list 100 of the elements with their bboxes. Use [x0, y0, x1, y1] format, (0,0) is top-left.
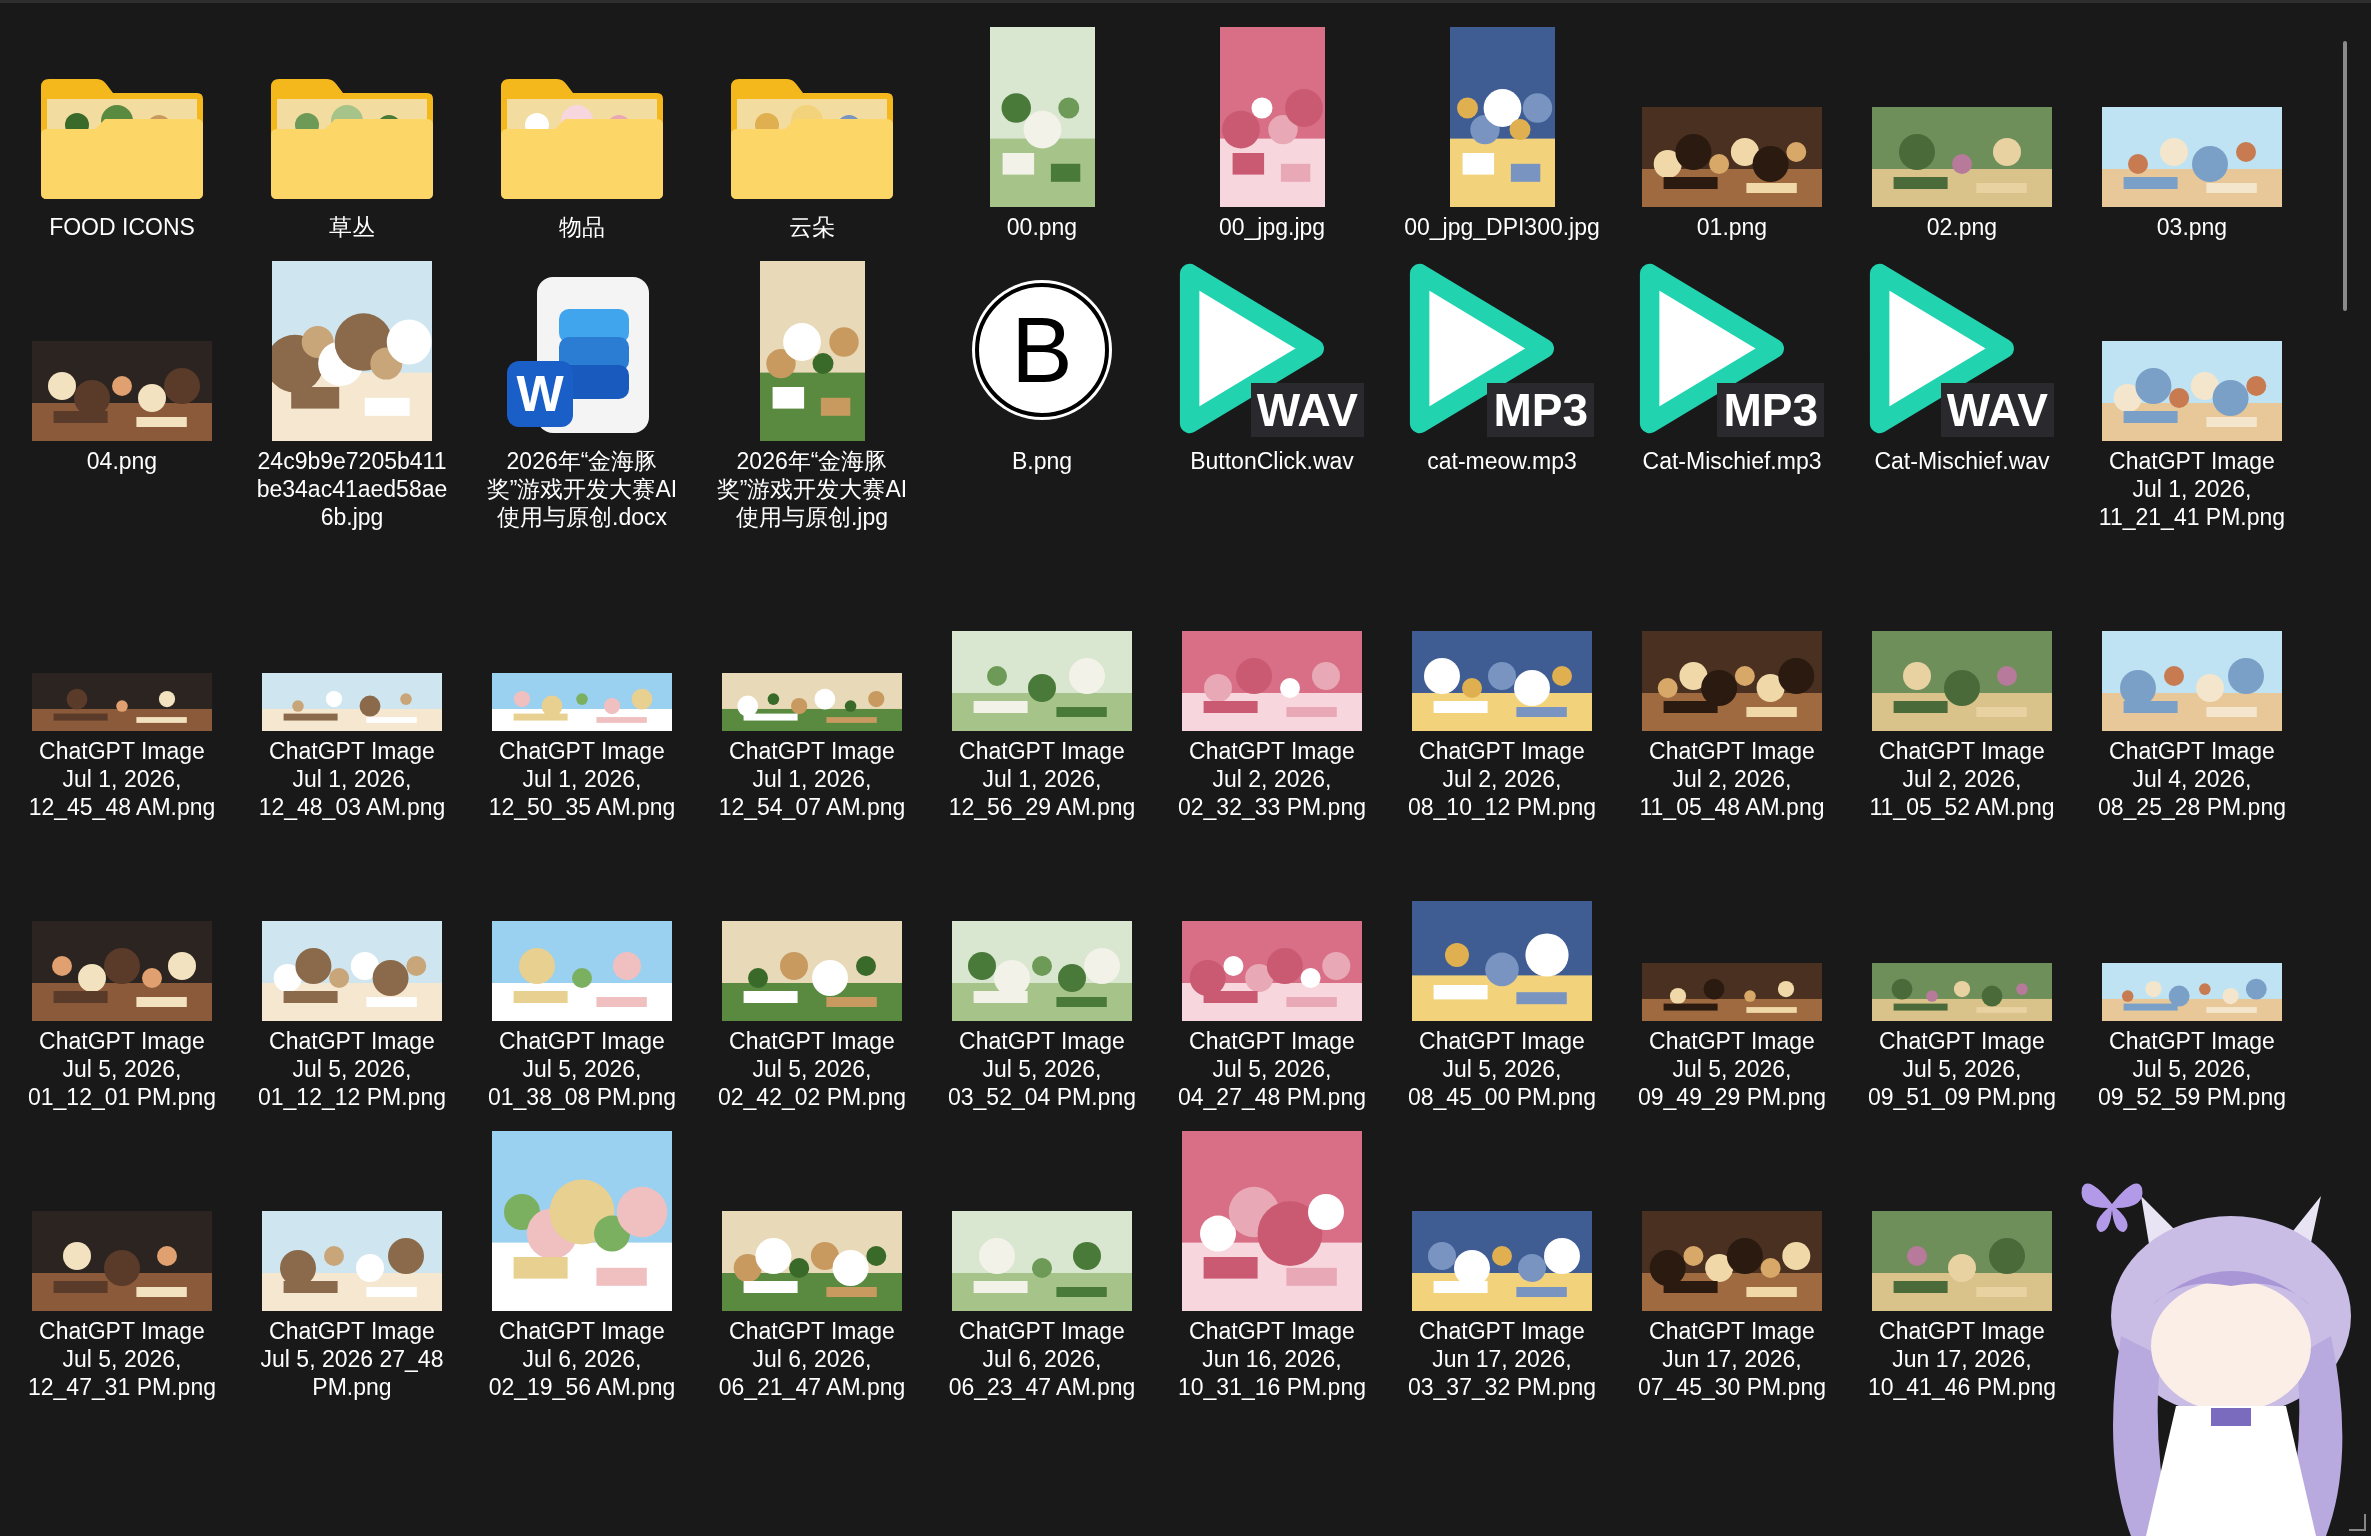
file-item[interactable]: ChatGPT Image Jul 5, 2026, 09_51_09 PM.png: [1847, 835, 2077, 1111]
file-name: 02.png: [1925, 213, 1999, 241]
file-name: ChatGPT Image Jul 2, 2026, 08_10_12 PM.png: [1407, 737, 1597, 821]
file-item[interactable]: ChatGPT Image Jul 2, 2026, 08_10_12 PM.png: [1387, 545, 1617, 821]
scrollbar-thumb[interactable]: [2343, 41, 2347, 311]
file-name: ChatGPT Image Jul 4, 2026, 08_25_28 PM.png: [2097, 737, 2287, 821]
file-name: 云朵: [788, 213, 836, 241]
file-name: 草丛: [328, 213, 376, 241]
file-item[interactable]: 云朵: [697, 21, 927, 241]
file-name: Cat-Mischief.mp3: [1641, 447, 1823, 475]
app-letter-badge: W: [507, 361, 573, 427]
file-item[interactable]: 00_jpg.jpg: [1157, 21, 1387, 241]
file-name: 04.png: [85, 447, 159, 475]
file-name: ChatGPT Image Jul 5, 2026, 01_12_01 PM.png: [27, 1027, 217, 1111]
file-item[interactable]: ChatGPT Image Jul 5, 2026, 01_38_08 PM.png: [467, 835, 697, 1111]
file-item[interactable]: MP3 Cat-Mischief.mp3: [1617, 255, 1847, 531]
file-item[interactable]: 00_jpg_DPI300.jpg: [1387, 21, 1617, 241]
file-item[interactable]: ChatGPT Image Jul 5, 2026, 09_52_59 PM.png: [2077, 835, 2307, 1111]
file-item[interactable]: ChatGPT Image Jul 5, 2026, 12_47_31 PM.png: [7, 1125, 237, 1401]
file-item[interactable]: MP3 cat-meow.mp3: [1387, 255, 1617, 531]
file-name: ChatGPT Image Jun 16, 2026, 10_31_16 PM.png: [1177, 1317, 1367, 1401]
file-item[interactable]: ChatGPT Image Jul 2, 2026, 11_05_48 AM.png: [1617, 545, 1847, 821]
file-name: ChatGPT Image Jul 5, 2026, 04_27_48 PM.png: [1177, 1027, 1367, 1111]
file-name: ChatGPT Image Jul 5, 2026, 02_42_02 PM.png: [717, 1027, 907, 1111]
file-name: 00_jpg.jpg: [1217, 213, 1327, 241]
file-name: 2026年“金海豚奖”游戏开发大赛AI使用与原创.docx: [485, 447, 679, 531]
file-type-tag: WAV: [1250, 383, 1364, 437]
file-name: 01.png: [1695, 213, 1769, 241]
file-item[interactable]: ChatGPT Image Jul 5, 2026 27_48 PM.png: [237, 1125, 467, 1401]
file-name: ChatGPT Image Jul 5, 2026 27_48 PM.png: [259, 1317, 445, 1401]
file-item[interactable]: 2026年“金海豚奖”游戏开发大赛AI使用与原创.jpg: [697, 255, 927, 531]
file-name: 24c9b9e7205b411be34ac41aed58ae6b.jpg: [255, 447, 449, 531]
file-item[interactable]: ChatGPT Image Jul 1, 2026, 12_50_35 AM.png: [467, 545, 697, 821]
file-item[interactable]: ChatGPT Image Jul 6, 2026, 02_19_56 AM.png: [467, 1125, 697, 1401]
file-item[interactable]: WAV ButtonClick.wav: [1157, 255, 1387, 531]
file-item[interactable]: FOOD ICONS: [7, 21, 237, 241]
file-name: ButtonClick.wav: [1189, 447, 1355, 475]
file-name: ChatGPT Image Jun 17, 2026, 07_45_30 PM.png: [1637, 1317, 1827, 1401]
file-name: ChatGPT Image Jun 17, 2026, 10_41_46 PM.png: [1867, 1317, 2057, 1401]
file-item[interactable]: 02.png: [1847, 21, 2077, 241]
file-item[interactable]: ChatGPT Image Jul 5, 2026, 03_52_04 PM.png: [927, 835, 1157, 1111]
file-item[interactable]: ChatGPT Image Jul 1, 2026, 12_54_07 AM.png: [697, 545, 927, 821]
file-item[interactable]: ChatGPT Image Jul 2, 2026, 02_32_33 PM.png: [1157, 545, 1387, 821]
file-item[interactable]: W 2026年“金海豚奖”游戏开发大赛AI使用与原创.docx: [467, 255, 697, 531]
file-name: ChatGPT Image Jul 5, 2026, 09_51_09 PM.png: [1867, 1027, 2057, 1111]
file-item[interactable]: 24c9b9e7205b411be34ac41aed58ae6b.jpg: [237, 255, 467, 531]
file-name: ChatGPT Image Jul 2, 2026, 11_05_52 AM.png: [1868, 737, 2056, 821]
file-item[interactable]: ChatGPT Image Jun 17, 2026, 10_41_46 PM.png: [1847, 1125, 2077, 1401]
file-name: ChatGPT Image Jul 1, 2026, 12_45_48 AM.png: [27, 737, 217, 821]
file-item[interactable]: ChatGPT Image Jul 5, 2026, 08_45_00 PM.png: [1387, 835, 1617, 1111]
file-name: Cat-Mischief.wav: [1873, 447, 2051, 475]
file-name: ChatGPT Image Jul 5, 2026, 12_47_31 PM.png: [27, 1317, 217, 1401]
file-name: 2026年“金海豚奖”游戏开发大赛AI使用与原创.jpg: [715, 447, 909, 531]
file-item[interactable]: ChatGPT Image Jun 16, 2026, 10_31_16 PM.png: [1157, 1125, 1387, 1401]
file-item[interactable]: 01.png: [1617, 21, 1847, 241]
file-item[interactable]: 物品: [467, 21, 697, 241]
file-name: ChatGPT Image Jul 5, 2026, 09_52_59 PM.png: [2097, 1027, 2287, 1111]
file-item[interactable]: 草丛: [237, 21, 467, 241]
file-name: ChatGPT Image Jul 1, 2026, 12_50_35 AM.png: [487, 737, 677, 821]
file-name: ChatGPT Image Jul 1, 2026, 12_56_29 AM.png: [947, 737, 1137, 821]
file-item[interactable]: ChatGPT Image Jul 5, 2026, 01_12_01 PM.png: [7, 835, 237, 1111]
file-item[interactable]: ChatGPT Image Jul 5, 2026, 09_49_29 PM.png: [1617, 835, 1847, 1111]
file-name: 00_jpg_DPI300.jpg: [1404, 213, 1600, 241]
file-item[interactable]: ChatGPT Image Jul 1, 2026, 12_45_48 AM.png: [7, 545, 237, 821]
file-item[interactable]: ChatGPT Image Jul 1, 2026, 11_21_41 PM.png: [2077, 255, 2307, 531]
file-item[interactable]: 03.png: [2077, 21, 2307, 241]
file-name: ChatGPT Image Jul 2, 2026, 11_05_48 AM.png: [1638, 737, 1826, 821]
file-item[interactable]: 00.png: [927, 21, 1157, 241]
file-name: ChatGPT Image Jul 1, 2026, 12_54_07 AM.png: [717, 737, 907, 821]
file-item[interactable]: ChatGPT Image Jul 5, 2026, 02_42_02 PM.png: [697, 835, 927, 1111]
file-item[interactable]: ChatGPT Image Jun 17, 2026, 03_37_32 PM.png: [1387, 1125, 1617, 1401]
file-name: B.png: [1010, 447, 1074, 475]
file-name: ChatGPT Image Jul 6, 2026, 06_23_47 AM.png: [947, 1317, 1137, 1401]
file-name: 03.png: [2155, 213, 2229, 241]
file-name: ChatGPT Image Jul 5, 2026, 08_45_00 PM.png: [1407, 1027, 1597, 1111]
file-item[interactable]: ChatGPT Image Jul 1, 2026, 12_56_29 AM.png: [927, 545, 1157, 821]
file-name: 物品: [558, 213, 606, 241]
file-type-tag: MP3: [1717, 383, 1824, 437]
file-name: ChatGPT Image Jul 1, 2026, 12_48_03 AM.png: [257, 737, 447, 821]
file-item[interactable]: B B.png: [927, 255, 1157, 531]
file-name: ChatGPT Image Jun 17, 2026, 03_37_32 PM.png: [1407, 1317, 1597, 1401]
file-name: 00.png: [1005, 213, 1079, 241]
file-type-tag: MP3: [1487, 383, 1594, 437]
file-item[interactable]: ChatGPT Image Jul 6, 2026, 06_21_47 AM.png: [697, 1125, 927, 1401]
file-name: ChatGPT Image Jul 5, 2026, 01_12_12 PM.png: [257, 1027, 447, 1111]
file-name: ChatGPT Image Jul 5, 2026, 09_49_29 PM.png: [1637, 1027, 1827, 1111]
file-type-tag: WAV: [1940, 383, 2054, 437]
file-item[interactable]: ChatGPT Image Jul 4, 2026, 08_25_28 PM.png: [2077, 545, 2307, 821]
file-item[interactable]: ChatGPT Image Jul 1, 2026, 12_48_03 AM.png: [237, 545, 467, 821]
file-name: FOOD ICONS: [48, 213, 196, 241]
file-name: ChatGPT Image Jul 6, 2026, 02_19_56 AM.png: [487, 1317, 677, 1401]
file-name: ChatGPT Image Jul 1, 2026, 11_21_41 PM.png: [2097, 447, 2287, 531]
file-item[interactable]: WAV Cat-Mischief.wav: [1847, 255, 2077, 531]
file-item[interactable]: ChatGPT Image Jul 6, 2026, 06_23_47 AM.png: [927, 1125, 1157, 1401]
file-item[interactable]: ChatGPT Image Jun 17, 2026, 07_45_30 PM.png: [1617, 1125, 1847, 1401]
file-name: ChatGPT Image Jul 6, 2026, 06_21_47 AM.png: [717, 1317, 907, 1401]
file-item[interactable]: ChatGPT Image Jul 5, 2026, 04_27_48 PM.png: [1157, 835, 1387, 1111]
file-item[interactable]: 04.png: [7, 255, 237, 531]
file-item[interactable]: ChatGPT Image Jul 5, 2026, 01_12_12 PM.png: [237, 835, 467, 1111]
file-item[interactable]: ChatGPT Image Jul 2, 2026, 11_05_52 AM.png: [1847, 545, 2077, 821]
